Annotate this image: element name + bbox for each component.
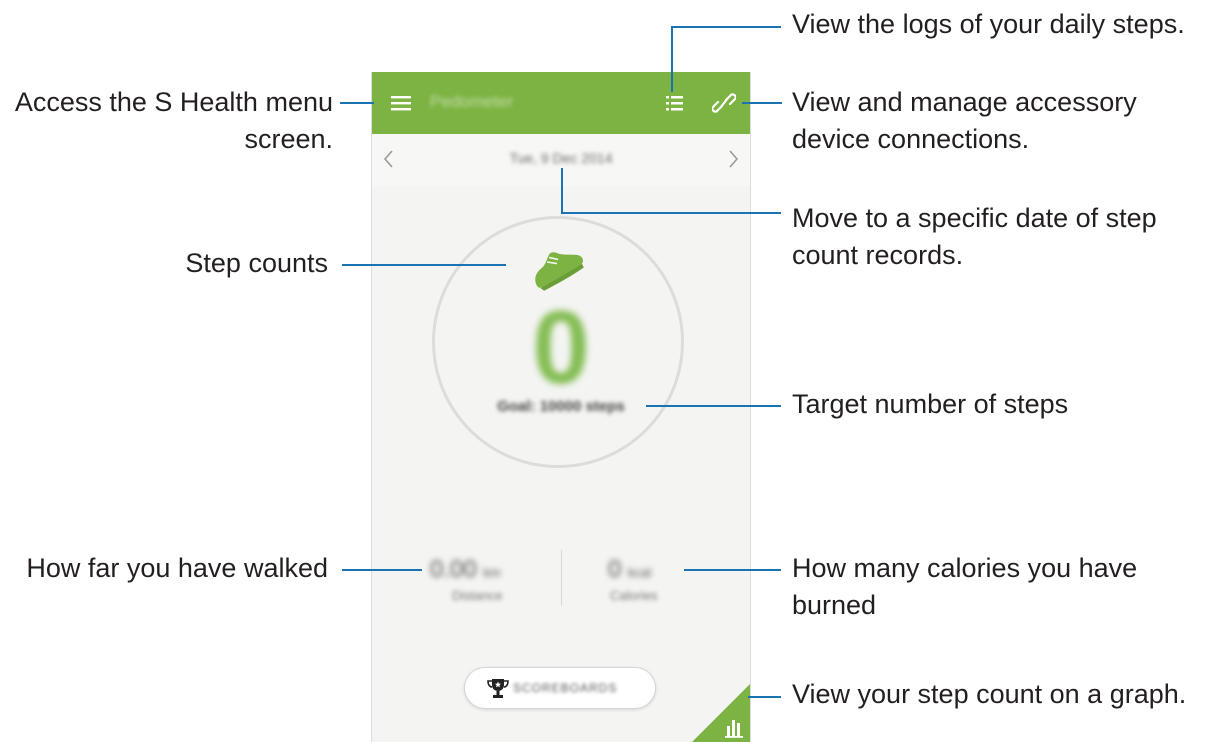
callout-accessory-line2: device connections. xyxy=(792,124,1030,154)
graph-button[interactable] xyxy=(692,684,750,742)
callout-steps-line1: Step counts xyxy=(185,248,328,278)
leader-line-menu xyxy=(340,102,374,104)
callout-graph: View your step count on a graph. xyxy=(792,676,1186,713)
leader-line-calories xyxy=(684,569,781,571)
callout-distance: How far you have walked xyxy=(26,550,328,587)
callout-date: Move to a specific date of step count re… xyxy=(792,200,1157,274)
distance-number: 0.00 xyxy=(430,556,477,583)
leader-line-graph xyxy=(748,696,781,698)
step-count-value: 0 xyxy=(532,290,590,406)
list-icon[interactable] xyxy=(665,93,685,118)
distance-value: 0.00 km xyxy=(430,556,501,584)
leader-line-steps xyxy=(342,264,506,266)
callout-date-line2: count records. xyxy=(792,240,964,270)
trophy-icon xyxy=(487,677,509,704)
callout-graph-line1: View your step count on a graph. xyxy=(792,679,1187,709)
chevron-right-icon[interactable] xyxy=(726,148,740,175)
screen-title: Pedometer xyxy=(430,92,514,111)
callout-target-line1: Target number of steps xyxy=(792,389,1069,419)
leader-line-logs-h xyxy=(671,26,781,28)
leader-line-accessory xyxy=(742,102,782,104)
callout-menu-line1: Access the S Health menu xyxy=(14,87,333,117)
callout-steps: Step counts xyxy=(185,245,328,282)
callout-logs: View the logs of your daily steps. xyxy=(792,6,1185,43)
leader-line-distance xyxy=(342,569,422,571)
callout-calories-line1: How many calories you have xyxy=(792,553,1138,583)
calories-label: Calories xyxy=(610,588,658,603)
stats-divider xyxy=(561,550,562,606)
leader-line-logs-v xyxy=(671,26,673,92)
callout-calories-line2: burned xyxy=(792,590,877,620)
distance-unit: km xyxy=(483,565,501,580)
scoreboards-label: SCOREBOARDS xyxy=(513,681,618,695)
action-bar: Pedometer xyxy=(372,72,750,134)
scoreboards-button[interactable]: SCOREBOARDS xyxy=(464,667,656,709)
callout-menu: Access the S Health menu screen. xyxy=(15,84,333,158)
callout-accessory-line1: View and manage accessory xyxy=(792,87,1137,117)
callout-distance-line1: How far you have walked xyxy=(26,553,328,583)
callout-accessory: View and manage accessory device connect… xyxy=(792,84,1137,158)
calories-value: 0 kcal xyxy=(608,556,651,584)
callout-menu-line2: screen. xyxy=(244,124,333,154)
callout-logs-line1: View the logs of your daily steps. xyxy=(792,9,1185,39)
leader-line-date-h xyxy=(561,212,781,214)
callout-calories: How many calories you have burned xyxy=(792,550,1137,624)
date-selector[interactable]: Tue, 9 Dec 2014 xyxy=(372,150,750,166)
callout-target: Target number of steps xyxy=(792,386,1068,423)
leader-line-date-v xyxy=(561,168,563,212)
calories-unit: kcal xyxy=(628,565,652,580)
distance-label: Distance xyxy=(452,588,503,603)
callout-date-line1: Move to a specific date of step xyxy=(792,203,1157,233)
menu-icon[interactable] xyxy=(390,94,412,117)
calories-number: 0 xyxy=(608,556,622,583)
leader-line-target xyxy=(646,405,781,407)
link-icon[interactable] xyxy=(711,92,737,119)
